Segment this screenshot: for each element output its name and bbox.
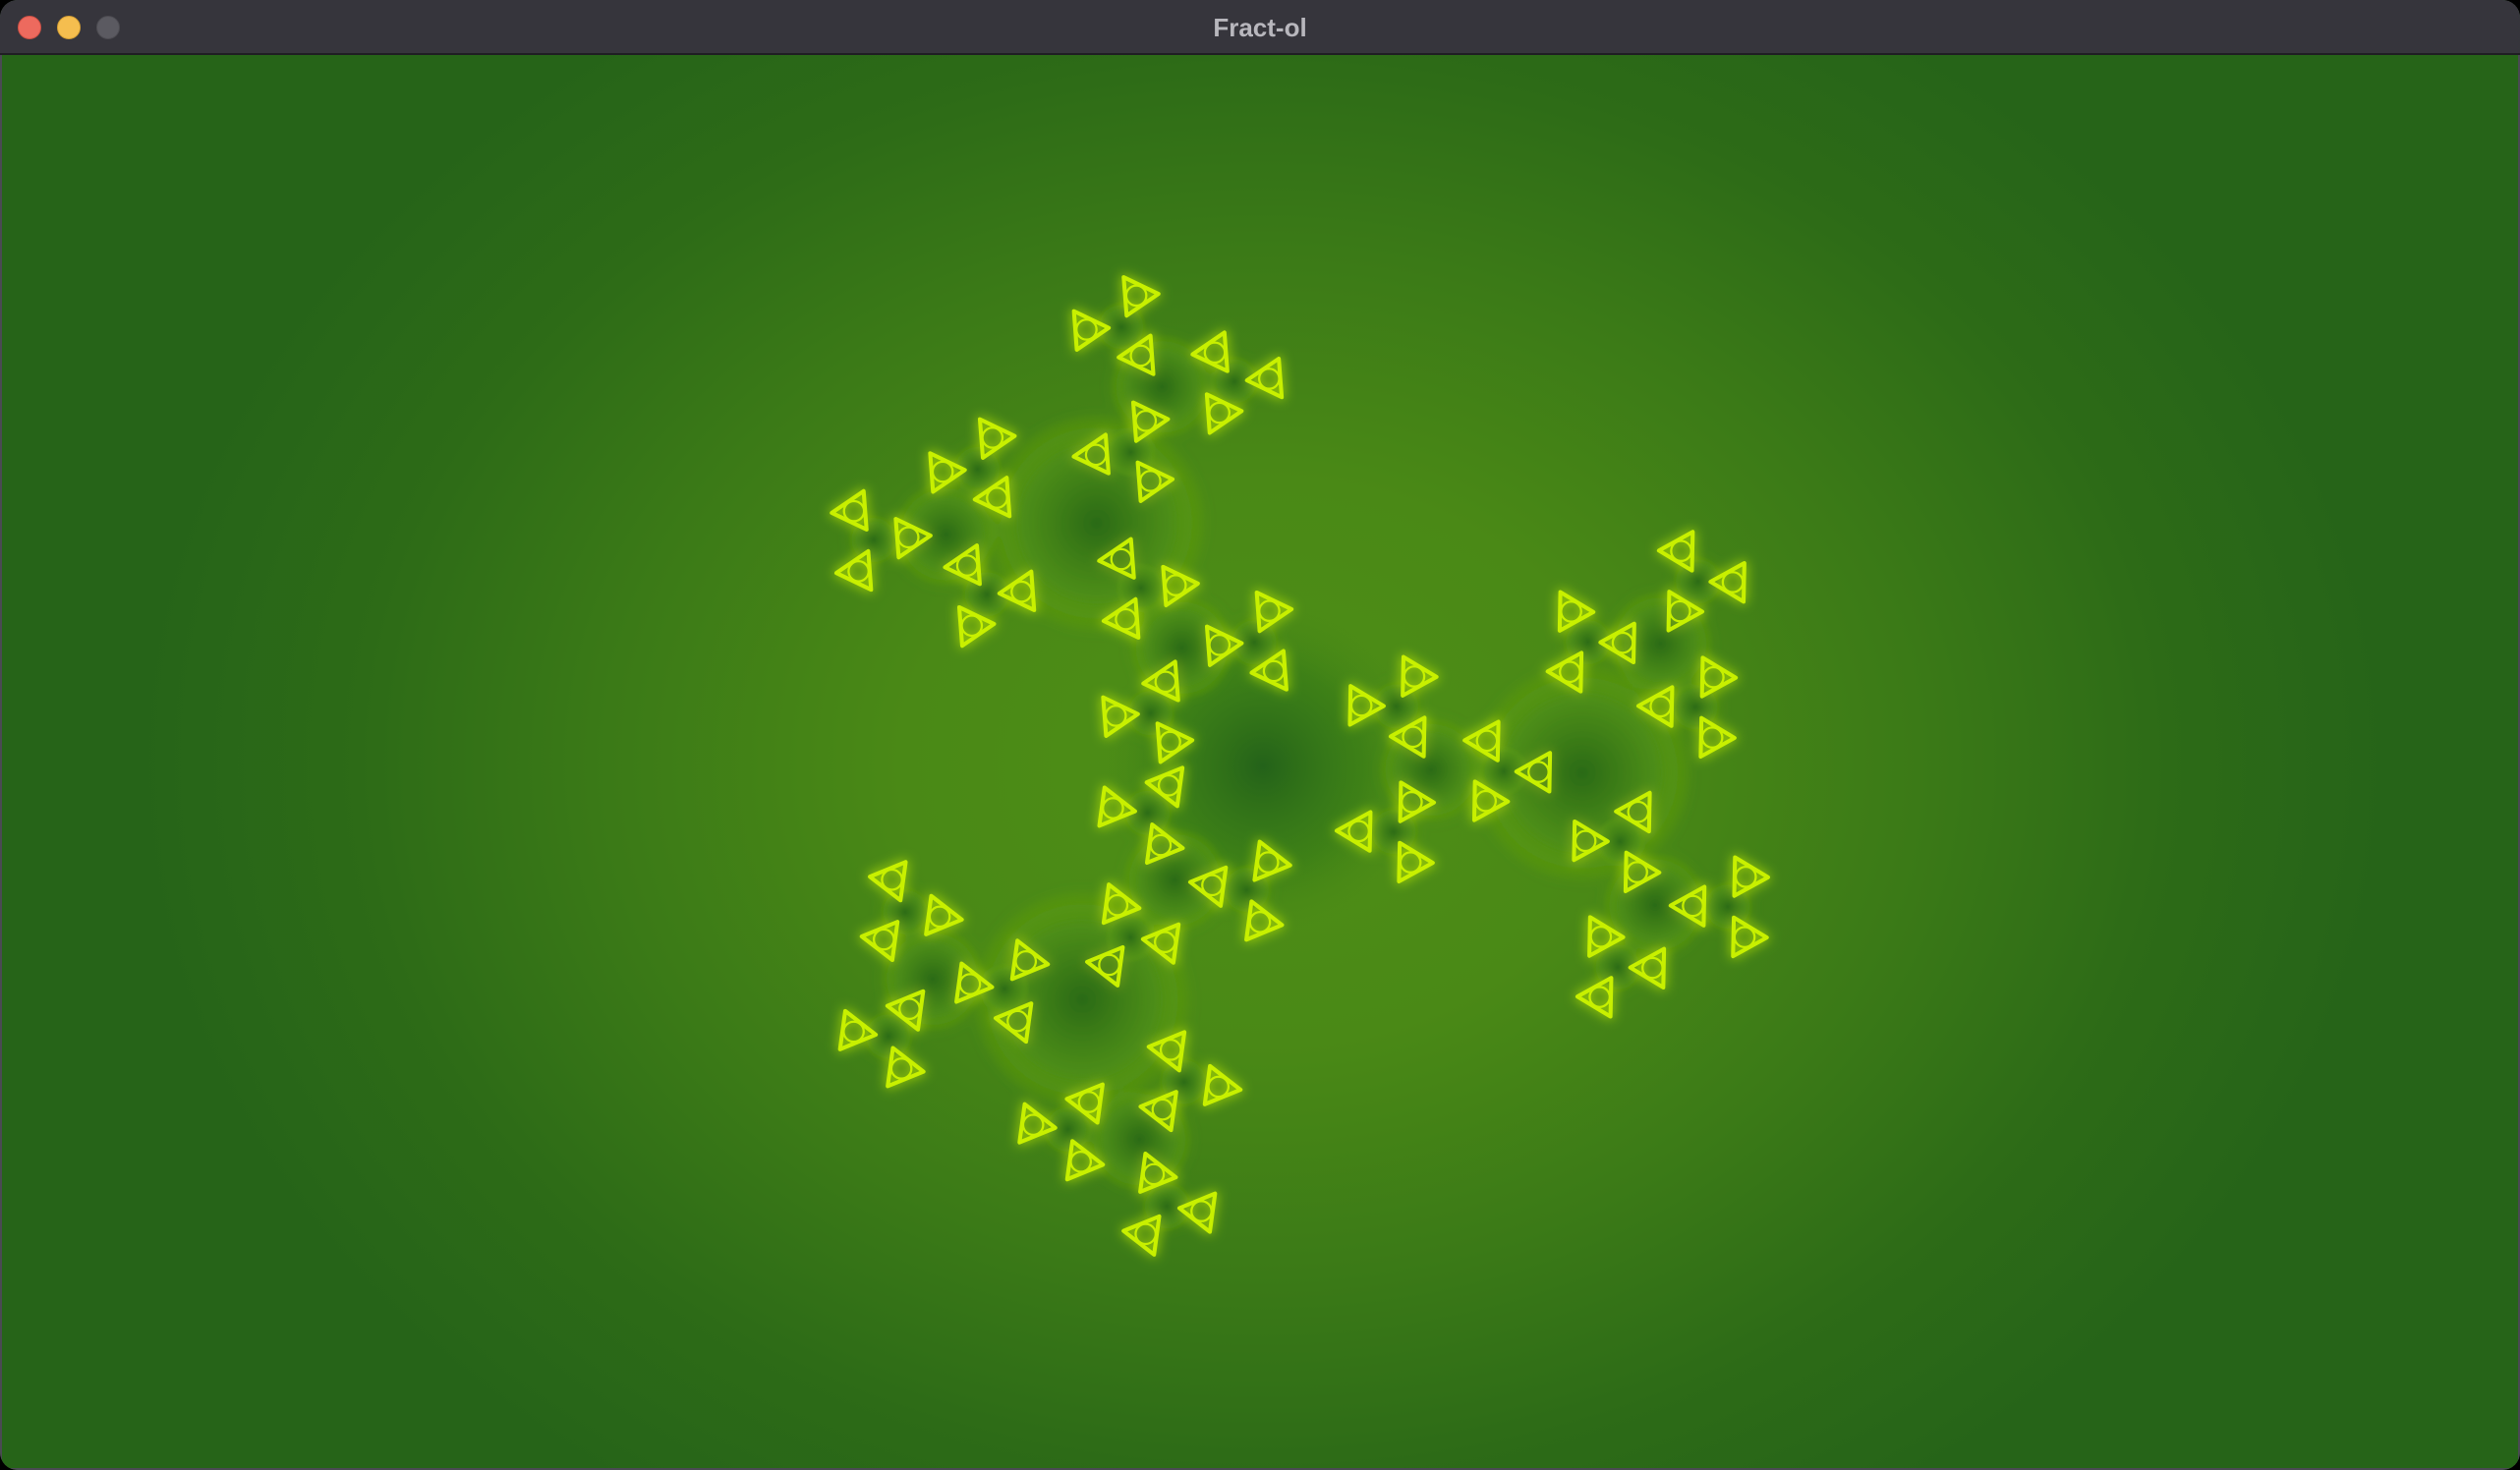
app-window: Fract-ol — [0, 0, 2520, 1470]
fractal-bulb — [960, 614, 984, 638]
fractal-bulb — [928, 905, 951, 929]
fractal-bulb — [931, 460, 954, 483]
fractal-bulb — [1208, 401, 1231, 424]
fractal-bulb — [1721, 571, 1745, 594]
fractal-bulb — [1734, 865, 1757, 888]
fractal-bulb — [1702, 665, 1725, 689]
fractal-bulb — [1399, 851, 1422, 874]
fractal-bulb — [1670, 539, 1692, 563]
fractal-bulb — [1403, 665, 1426, 688]
fractal-bulb — [847, 560, 870, 583]
fractal-bulb — [1190, 1200, 1213, 1222]
fractal-bulb — [1560, 600, 1582, 623]
fractal-bulb — [1075, 318, 1098, 341]
fractal-bulb — [1134, 1222, 1157, 1246]
fractal-bulb — [842, 1020, 865, 1044]
fractal-bulb — [1203, 341, 1227, 365]
fractal-bulb — [1589, 925, 1613, 948]
fractal-filament — [1202, 1063, 1243, 1106]
fractal-bulb — [1257, 368, 1281, 390]
fractal-bulb — [1207, 1075, 1231, 1099]
fractal-bulb — [981, 426, 1004, 449]
fractal-render — [830, 275, 1770, 1257]
fractal-bulb — [1588, 986, 1611, 1008]
fractal-bulb — [1641, 956, 1664, 980]
fractal-bulb — [1069, 1150, 1093, 1173]
fractal-bulb — [1021, 1113, 1045, 1137]
fractal-bulb — [1700, 726, 1724, 749]
fractal-bulb — [889, 1057, 913, 1080]
fractal-bulb — [872, 928, 895, 951]
fractal-bulb — [1124, 284, 1148, 308]
window-title: Fract-ol — [1213, 13, 1307, 42]
fractal-bulb — [842, 499, 866, 523]
fractal-canvas[interactable] — [2, 55, 2518, 1468]
fractal-bulb — [1733, 926, 1756, 948]
title-bar[interactable]: Fract-ol — [0, 0, 2520, 55]
fractal-bulb — [881, 868, 903, 891]
